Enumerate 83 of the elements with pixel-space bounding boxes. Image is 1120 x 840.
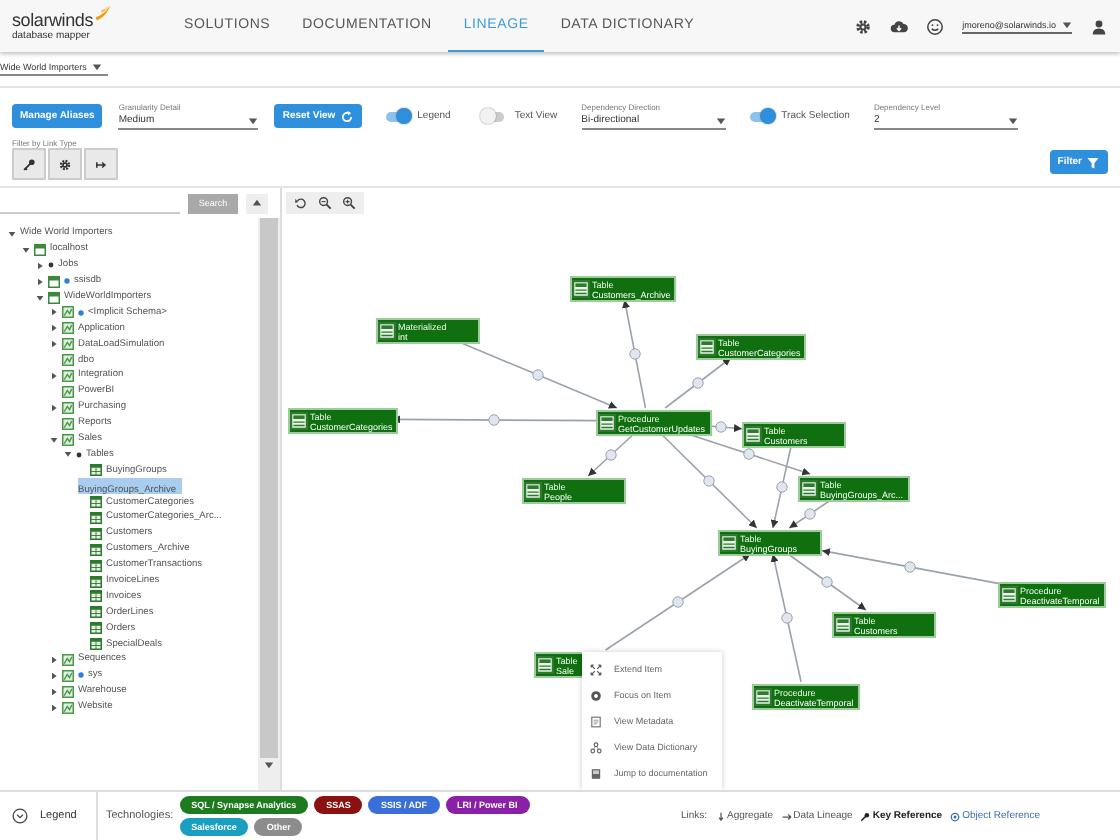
caret-down-icon: [1062, 19, 1072, 29]
caret-down-icon: [92, 62, 103, 72]
chevron-circle-icon[interactable]: [12, 808, 28, 824]
key-filter-button[interactable]: [12, 148, 46, 180]
edge-arrow: [587, 433, 635, 477]
table-icon: [90, 543, 102, 556]
table-icon: [378, 322, 396, 340]
logo-text: solarwinds: [12, 11, 94, 29]
schema-icon: [62, 685, 74, 698]
cloud-download-icon[interactable]: [890, 17, 909, 35]
table-icon: [1000, 586, 1018, 604]
table-icon: [90, 622, 102, 635]
dot-icon: [76, 451, 82, 458]
flame-icon: [93, 3, 112, 21]
caret-down-icon: [1007, 115, 1018, 125]
table-icon: [834, 616, 852, 634]
caret-down-icon[interactable]: [36, 293, 44, 301]
toggle-switch[interactable]: [385, 111, 408, 121]
user-icon[interactable]: [1090, 17, 1108, 35]
table-icon: [800, 480, 818, 498]
table-icon: [90, 464, 102, 477]
scrollbar[interactable]: [258, 218, 280, 790]
schema-icon: [62, 433, 74, 446]
toggle-switch[interactable]: [482, 111, 505, 121]
gear-filter-button[interactable]: [48, 148, 82, 180]
caret-right-icon[interactable]: [50, 403, 58, 412]
smiley-icon[interactable]: [926, 17, 945, 35]
table-icon: [598, 414, 616, 432]
table-icon: [572, 280, 590, 298]
table-icon: [720, 534, 738, 552]
caret-down-icon: [715, 115, 726, 125]
reset-rotate-icon[interactable]: [294, 196, 308, 210]
settings-icon[interactable]: [854, 17, 873, 35]
book-icon: [590, 767, 602, 779]
caret-down-icon: [248, 115, 259, 125]
refresh-icon: [339, 109, 354, 123]
arrow-icon: [94, 157, 108, 171]
collapse-button[interactable]: [246, 193, 268, 213]
status-dot-icon: [64, 278, 70, 285]
toggle-switch[interactable]: [749, 111, 772, 121]
edge-arrow: [664, 357, 732, 409]
aggregate-icon: [715, 811, 725, 821]
schema-icon: [62, 653, 74, 666]
table-icon: [744, 426, 762, 444]
table-icon: [536, 656, 554, 674]
expand-icon: [590, 663, 602, 675]
table-icon: [90, 638, 102, 651]
schema-icon: [62, 669, 74, 682]
table-icon: [754, 688, 772, 706]
zoom-in-icon[interactable]: [342, 196, 356, 210]
database-icon: [34, 243, 46, 256]
schema-icon: [62, 417, 74, 430]
schema-icon: [62, 338, 74, 351]
target-icon: [590, 689, 602, 701]
zoom-out-icon[interactable]: [318, 196, 332, 210]
database-icon: [48, 291, 60, 303]
filter-icon: [1086, 155, 1100, 169]
gear-icon: [58, 157, 72, 171]
status-dot-icon: [78, 672, 84, 679]
key-icon: [860, 811, 871, 821]
dot-icon: [48, 262, 54, 269]
network-icon: [590, 741, 602, 753]
schema-icon: [62, 385, 74, 398]
table-icon: [698, 338, 716, 356]
document-icon: [590, 715, 602, 727]
table-icon: [290, 412, 308, 430]
table-icon: [90, 606, 102, 619]
link-filter-button[interactable]: [84, 148, 118, 180]
table-icon: [90, 559, 102, 572]
target-icon: [950, 811, 961, 821]
table-icon: [524, 482, 542, 500]
table-icon: [90, 527, 102, 540]
arrow-icon: [781, 811, 792, 821]
database-icon: [48, 275, 60, 288]
caret-up-icon: [252, 198, 262, 208]
edge-arrow: [622, 299, 647, 409]
status-dot-icon: [78, 309, 84, 316]
schema-icon: [62, 701, 74, 714]
key-icon: [22, 157, 36, 171]
schema-icon: [62, 306, 74, 319]
caret-right-icon[interactable]: [50, 371, 58, 380]
schema-icon: [62, 322, 74, 335]
schema-icon: [62, 401, 74, 414]
